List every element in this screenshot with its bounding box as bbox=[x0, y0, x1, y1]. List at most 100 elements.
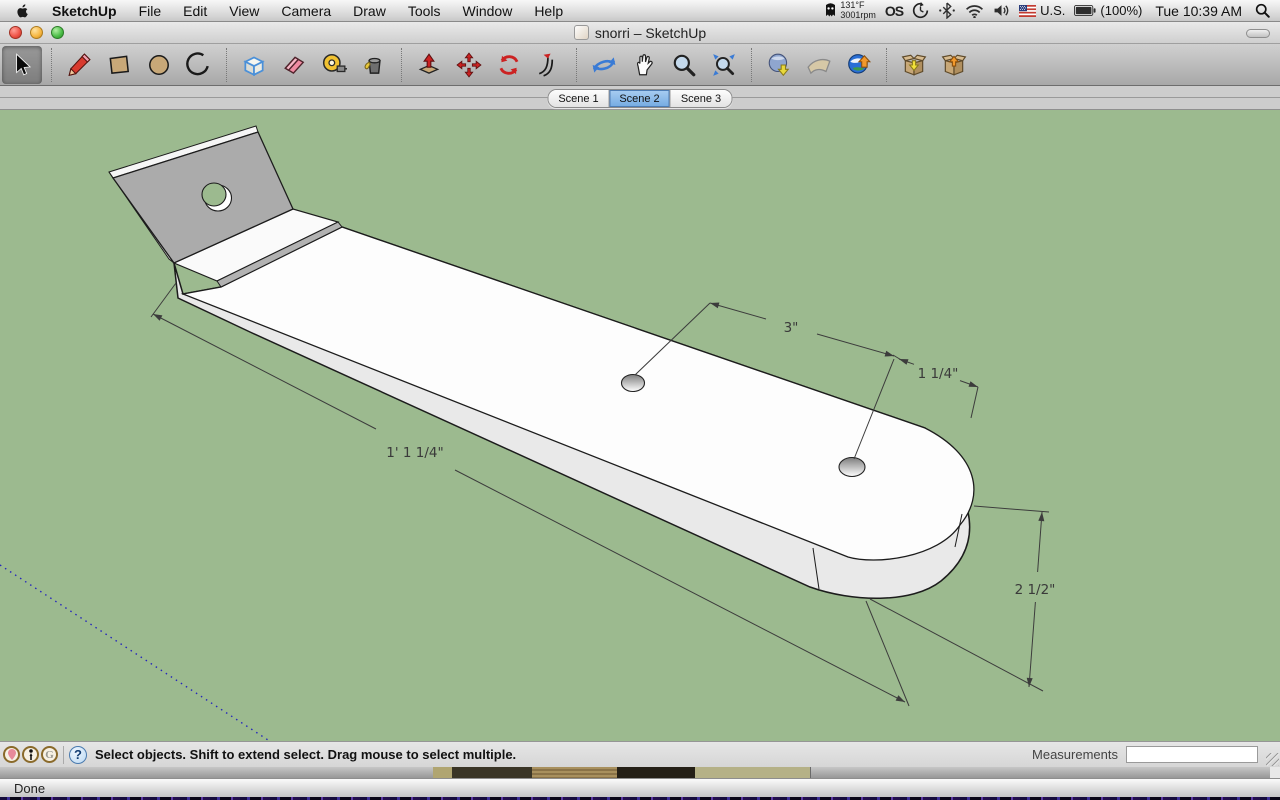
battery-menu-extra[interactable]: (100%) bbox=[1074, 3, 1142, 18]
toolbar-separator bbox=[886, 47, 887, 82]
status-hint-text: Select objects. Shift to extend select. … bbox=[95, 747, 517, 762]
fan-control-icon bbox=[826, 3, 836, 17]
spotlight-icon bbox=[1255, 3, 1270, 18]
tape-measure-tool-button[interactable] bbox=[314, 46, 354, 84]
status-bar: G ? Select objects. Shift to extend sele… bbox=[0, 741, 1280, 767]
status-divider bbox=[63, 745, 64, 764]
measurements-label: Measurements bbox=[1032, 747, 1118, 762]
place-model-tool-button[interactable] bbox=[839, 46, 879, 84]
volume-menu-extra[interactable] bbox=[993, 3, 1010, 18]
push-pull-icon bbox=[418, 52, 440, 74]
arc-tool-button[interactable] bbox=[179, 46, 219, 84]
circle-icon bbox=[149, 54, 169, 75]
input-source-menu-extra[interactable]: U.S. bbox=[1019, 3, 1065, 18]
menu-clock[interactable]: Tue 10:39 AM bbox=[1151, 3, 1246, 19]
make-component-tool-button[interactable] bbox=[234, 46, 274, 84]
zoom-tool-button[interactable] bbox=[664, 46, 704, 84]
zoom-extents-icon bbox=[713, 53, 735, 76]
battery-percent: (100%) bbox=[1100, 3, 1143, 18]
menu-edit[interactable]: Edit bbox=[172, 0, 218, 21]
time-machine-menu-extra[interactable] bbox=[912, 2, 929, 19]
toolbar-separator bbox=[576, 47, 577, 82]
push-pull-tool-button[interactable] bbox=[409, 46, 449, 84]
menu-view[interactable]: View bbox=[218, 0, 270, 21]
bar-hole-1 bbox=[620, 373, 646, 393]
line-tool-button[interactable] bbox=[59, 46, 99, 84]
minimize-button[interactable] bbox=[30, 26, 43, 39]
rectangle-icon bbox=[109, 54, 130, 74]
tab-scene-3[interactable]: Scene 3 bbox=[670, 90, 732, 107]
terrain-icon bbox=[807, 58, 831, 74]
bluetooth-menu-extra[interactable] bbox=[938, 2, 956, 19]
person-status-icon[interactable] bbox=[22, 746, 39, 763]
help-icon[interactable]: ? bbox=[69, 745, 87, 764]
pan-tool-button[interactable] bbox=[624, 46, 664, 84]
eraser-tool-button[interactable] bbox=[274, 46, 314, 84]
dim-hole-to-end: 1 1/4" bbox=[918, 366, 959, 382]
menu-file[interactable]: File bbox=[128, 0, 173, 21]
background-window-strip bbox=[0, 767, 1280, 778]
fan-control-menu-extra[interactable]: 131°F 3001rpm bbox=[824, 0, 876, 20]
toggle-terrain-tool-button[interactable] bbox=[799, 46, 839, 84]
scene-tab-strip: Scene 1 Scene 2 Scene 3 bbox=[0, 86, 1280, 110]
window-resize-grip[interactable] bbox=[1266, 753, 1279, 766]
wifi-menu-extra[interactable] bbox=[965, 3, 984, 18]
tab-scene-2[interactable]: Scene 2 bbox=[609, 90, 671, 107]
paint-bucket-tool-button[interactable] bbox=[354, 46, 394, 84]
globe-upload-icon bbox=[848, 53, 872, 74]
model-top-face bbox=[180, 226, 975, 561]
eraser-icon bbox=[284, 56, 305, 74]
volume-icon bbox=[994, 5, 1009, 16]
rectangle-tool-button[interactable] bbox=[99, 46, 139, 84]
google-status-icon[interactable]: G bbox=[41, 746, 58, 763]
rotate-tool-button[interactable] bbox=[489, 46, 529, 84]
follow-me-tool-button[interactable] bbox=[529, 46, 569, 84]
browser-status-bar: Done bbox=[0, 778, 1280, 797]
toolbar-separator bbox=[401, 47, 402, 82]
circle-tool-button[interactable] bbox=[139, 46, 179, 84]
geolocation-status-icon[interactable] bbox=[3, 746, 20, 763]
menu-draw[interactable]: Draw bbox=[342, 0, 397, 21]
menu-sketchup[interactable]: SketchUp bbox=[41, 0, 128, 21]
orbit-tool-button[interactable] bbox=[584, 46, 624, 84]
close-button[interactable] bbox=[9, 26, 22, 39]
box-download-icon bbox=[901, 54, 927, 76]
select-cursor-icon bbox=[16, 52, 32, 75]
share-model-tool-button[interactable] bbox=[934, 46, 974, 84]
window-title: snorri – SketchUp bbox=[594, 24, 707, 41]
menu-help[interactable]: Help bbox=[523, 0, 574, 21]
tab-scene-1[interactable]: Scene 1 bbox=[548, 90, 610, 107]
spotlight-menu-extra[interactable] bbox=[1255, 3, 1270, 18]
toolbar bbox=[0, 44, 1280, 86]
toolbar-toggle-pill[interactable] bbox=[1246, 29, 1270, 38]
time-machine-icon bbox=[912, 2, 929, 19]
zoom-extents-tool-button[interactable] bbox=[704, 46, 744, 84]
plate-hole bbox=[201, 182, 227, 207]
magnifier-icon bbox=[673, 54, 696, 76]
menu-window[interactable]: Window bbox=[452, 0, 524, 21]
select-tool-button[interactable] bbox=[2, 45, 42, 84]
menu-camera[interactable]: Camera bbox=[270, 0, 342, 21]
menu-tools[interactable]: Tools bbox=[397, 0, 452, 21]
battery-icon bbox=[1074, 5, 1096, 16]
modeling-canvas[interactable]: 3" 1 1/4" 1' 1 1/4" 2 1/2" bbox=[0, 110, 1280, 741]
dim-hole-spacing: 3" bbox=[784, 320, 799, 336]
apple-menu[interactable] bbox=[0, 0, 41, 21]
globe-download-icon bbox=[768, 53, 790, 76]
toolbar-separator bbox=[51, 47, 52, 82]
rotate-icon bbox=[499, 54, 519, 75]
tape-measure-icon bbox=[322, 53, 347, 72]
bluetooth-icon bbox=[939, 2, 955, 19]
window-title-bar[interactable]: snorri – SketchUp bbox=[0, 22, 1280, 44]
lastfm-menu-extra[interactable]: OS bbox=[885, 3, 904, 19]
move-tool-button[interactable] bbox=[449, 46, 489, 84]
get-current-view-tool-button[interactable] bbox=[759, 46, 799, 84]
pencil-icon bbox=[68, 52, 91, 76]
measurements-input[interactable] bbox=[1126, 746, 1258, 763]
get-models-tool-button[interactable] bbox=[894, 46, 934, 84]
pan-hand-icon bbox=[636, 53, 653, 75]
component-cube-icon bbox=[243, 55, 265, 76]
zoom-button[interactable] bbox=[51, 26, 64, 39]
wifi-icon bbox=[966, 5, 984, 18]
arc-icon bbox=[186, 51, 209, 75]
